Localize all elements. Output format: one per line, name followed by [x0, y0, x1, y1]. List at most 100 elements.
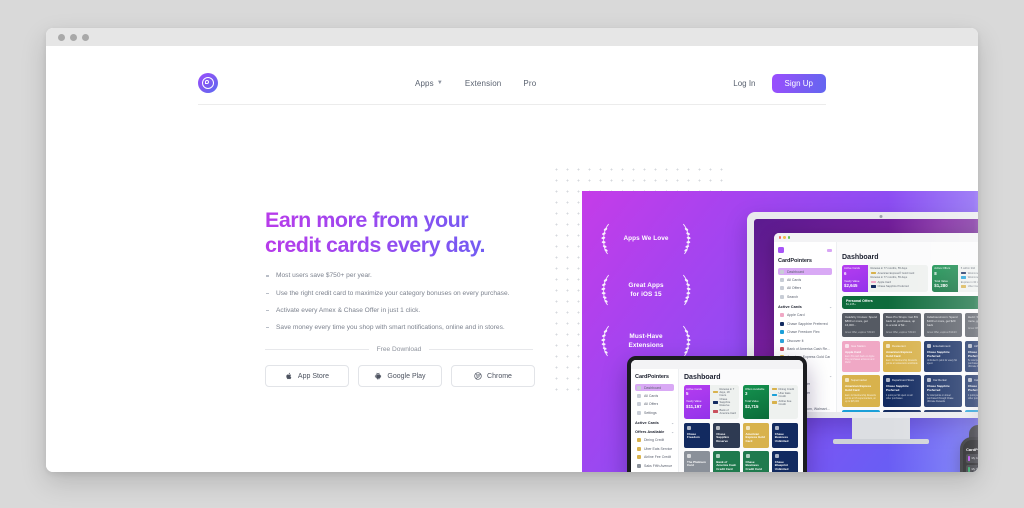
tile-card-name: Apple Card: [845, 349, 862, 354]
tablet-offer-item[interactable]: Dining Credit: [635, 437, 674, 444]
website-content: Apps ▼ Extension Pro Log In Sign Up Earn…: [46, 46, 978, 472]
window-close-dot[interactable]: [58, 33, 65, 41]
sidebar-item-label: Settings: [644, 410, 657, 415]
sidebar-item-label: All Offers: [644, 402, 659, 407]
browser-titlebar: [46, 28, 978, 46]
tablet-sidebar: CardPointers Dashboard All Cards All Off…: [631, 369, 679, 472]
sidebar-item-label: All Cards: [644, 393, 659, 398]
laurel-left-icon: [601, 325, 610, 357]
chevron-down-icon[interactable]: ⌄: [829, 305, 832, 309]
category-tile[interactable]: The Platinum Card: [684, 450, 711, 472]
sidebar-card-item[interactable]: Discover It: [778, 337, 832, 344]
chevron-down-icon[interactable]: ⌄: [671, 430, 674, 434]
menu-icon[interactable]: [827, 248, 832, 252]
tablet-stat-cards: Active Cards 5 Yearly Value $11,197 Rene…: [684, 385, 798, 419]
sidebar-item-dashboard[interactable]: Dashboard: [778, 268, 832, 276]
google-play-button[interactable]: Google Play: [358, 365, 442, 388]
sidebar-item-label: Saks Fifth Avenue Credit: [644, 463, 672, 468]
tile-category: Gas Station: [851, 343, 866, 348]
category-tile[interactable]: Chase Business Unlimited: [771, 422, 798, 448]
nav-item-pro-label: Pro: [523, 78, 537, 88]
app-store-button[interactable]: App Store: [265, 365, 349, 388]
card-swatch-icon: [780, 330, 784, 335]
app-zoom-dot[interactable]: [787, 236, 791, 239]
tablet-section-active-cards: Active Cards ⌄: [635, 420, 674, 426]
tablet-section-offers-available: Offers Available ⌄: [635, 429, 674, 435]
category-icon: [845, 378, 849, 383]
chevron-down-icon: ▼: [436, 80, 443, 86]
laurel-right-icon: [682, 325, 691, 357]
offer-card[interactable]: Celebrity Cruises: Spend $800 or more, g…: [842, 313, 880, 337]
section-label: Active Cards: [778, 304, 802, 310]
sidebar-item-all-cards[interactable]: All Cards: [635, 392, 674, 399]
signup-button[interactable]: Sign Up: [771, 73, 826, 93]
category-tile[interactable]: Chase Business Credit Card: [742, 450, 769, 472]
window-maximize-dot[interactable]: [82, 33, 89, 41]
google-play-label: Google Play: [387, 372, 426, 380]
window-minimize-dot[interactable]: [70, 33, 77, 41]
chevron-down-icon[interactable]: ⌄: [829, 374, 832, 378]
stat-value: 5: [686, 391, 689, 397]
dashboard-icon: [780, 269, 784, 274]
tablet-offer-item[interactable]: Saks Fifth Avenue Credit: [635, 462, 674, 469]
login-button[interactable]: Log In: [733, 79, 755, 88]
chrome-button[interactable]: Chrome: [451, 365, 535, 388]
category-tile[interactable]: Chase Blueprint Unlimited: [771, 450, 798, 472]
stat-card-summary: Offers Available 3 Total Value $2,715: [743, 385, 769, 419]
hero-artwork: Apps We Love Great Apps for iOS 15 Must-…: [551, 164, 978, 472]
nav-item-pro[interactable]: Pro: [523, 79, 536, 88]
offer-text: Celebrity Cruises: Spend $800 or more, g…: [845, 315, 877, 327]
list-item: Use the right credit card to maximize yo…: [265, 289, 535, 299]
category-tile[interactable]: Gas Station Apple Card Earn 3% cash back o…: [842, 340, 880, 373]
sidebar-item-dashboard[interactable]: Dashboard: [635, 384, 674, 392]
color-swatch: [870, 285, 876, 288]
sidebar-card-item[interactable]: Chase Freedom Flex: [778, 329, 832, 336]
tablet-brand-name: CardPointers: [635, 374, 669, 380]
category-tile[interactable]: Supermarket American Express Gold Card Ear…: [842, 375, 880, 407]
cardpointers-logo-icon[interactable]: [198, 73, 218, 93]
sidebar-card-item[interactable]: Apple Card: [778, 312, 832, 319]
sidebar-card-item[interactable]: Chase Sapphire Preferred: [778, 320, 832, 327]
category-tile[interactable]: Chase Freedom: [684, 422, 711, 448]
card-swatch-icon: [780, 346, 784, 351]
app-close-dot[interactable]: [779, 236, 782, 239]
apple-icon: [286, 373, 292, 380]
nav-links: Apps ▼ Extension Pro: [415, 79, 536, 88]
panel-fade-overlay: [888, 191, 978, 472]
app-minimize-dot[interactable]: [783, 236, 786, 239]
category-tile[interactable]: Bank of America Cash Credit Card: [713, 450, 740, 472]
sidebar-item-label: Search: [787, 294, 799, 299]
category-tile[interactable]: Chase Sapphire Reserve: [713, 422, 740, 448]
nav-item-apps[interactable]: Apps ▼: [415, 79, 443, 88]
stat-title: Active Cards: [686, 386, 702, 391]
sidebar-item-all-offers[interactable]: All Offers: [778, 285, 832, 292]
page-title: Earn more from your credit cards every d…: [265, 208, 535, 257]
tablet-offer-item[interactable]: Uber Eats Services Credit: [635, 445, 674, 452]
headline-line-1: Earn more from your: [265, 208, 469, 232]
card-swatch-icon: [780, 321, 784, 326]
sidebar-item-settings[interactable]: Settings: [635, 409, 674, 416]
sidebar-item-label: Chase Sapphire Preferred: [787, 321, 828, 326]
list-item: Activate every Amex & Chase Offer in jus…: [265, 306, 535, 316]
category-tile[interactable]: Drug Store: [842, 409, 880, 412]
sidebar-item-label: Bank of America Cash Re...: [787, 346, 830, 351]
sidebar-item-all-cards[interactable]: All Cards: [778, 276, 832, 283]
card-swatch-icon: [780, 313, 784, 318]
category-tile[interactable]: American Express Gold Card: [742, 422, 769, 448]
chrome-icon: [474, 372, 482, 380]
award-great-apps-ios15: Great Apps for iOS 15: [594, 270, 698, 311]
offer-swatch-icon: [637, 438, 641, 443]
sidebar-item-label: Dashboard: [644, 385, 662, 390]
sidebar-item-search[interactable]: Search: [778, 293, 832, 300]
tablet-statusbar: [631, 360, 803, 369]
chevron-down-icon[interactable]: ⌄: [671, 421, 674, 425]
sidebar-item-label: Discover It: [787, 338, 804, 343]
tablet-offer-item[interactable]: Airline Fee Credit: [635, 454, 674, 461]
sidebar-card-item[interactable]: Bank of America Cash Re...: [778, 345, 832, 352]
stat-sub-title: Total Value: [745, 399, 759, 404]
stat-sub-value: $11,197: [686, 403, 702, 409]
offers-icon: [637, 402, 641, 407]
nav-item-extension[interactable]: Extension: [465, 79, 501, 88]
sidebar-item-all-offers[interactable]: All Offers: [635, 401, 674, 408]
card-swatch-icon: [780, 338, 784, 343]
